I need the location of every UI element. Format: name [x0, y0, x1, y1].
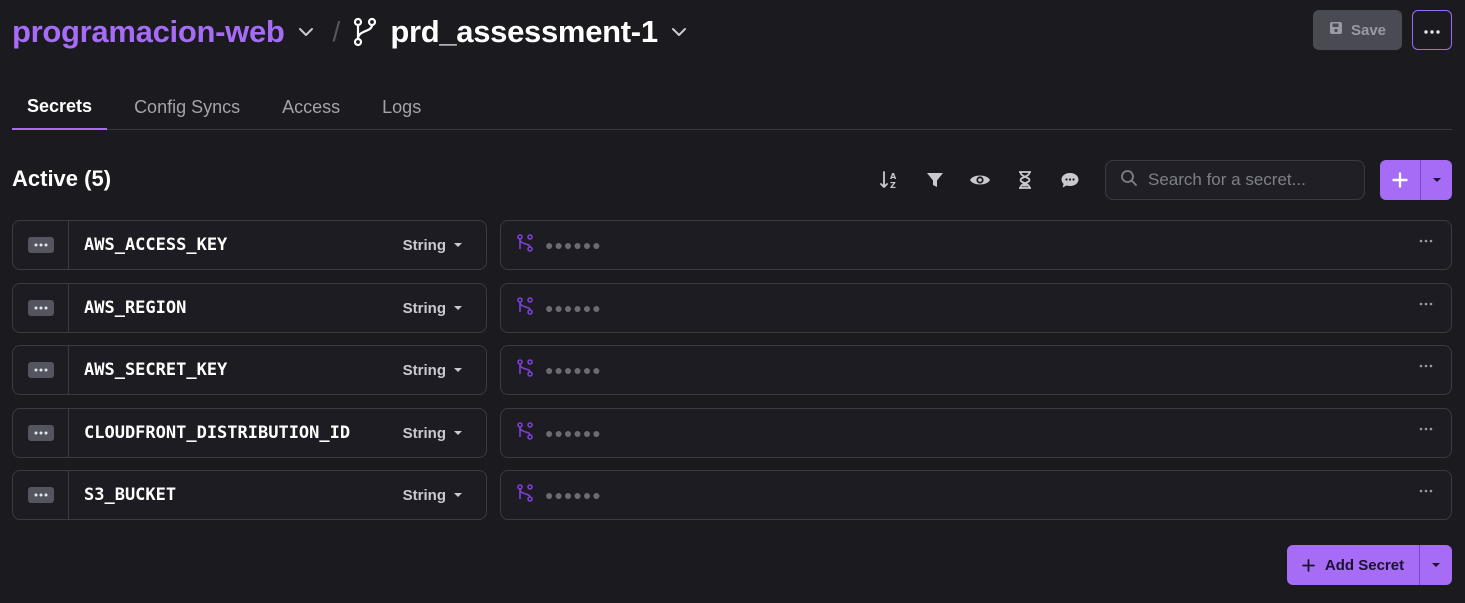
secret-type-label: String [402, 424, 446, 442]
secret-value-row[interactable]: ●●●●●● [500, 283, 1452, 333]
search-icon [1120, 169, 1138, 192]
save-label: Save [1350, 21, 1387, 39]
caret-down-icon [454, 242, 462, 247]
caret-down-icon [1432, 563, 1440, 567]
override-branch-icon[interactable] [517, 483, 533, 507]
secret-type-label: String [402, 486, 446, 504]
environment-name[interactable]: prd_assessment-1 [390, 14, 658, 50]
value-more-icon[interactable] [1419, 302, 1433, 306]
secret-type-select[interactable]: String [403, 425, 462, 442]
page-header: programacion-web / prd_assessment-1 [12, 10, 692, 54]
environment-chevron-down-icon[interactable] [666, 19, 692, 45]
add-secret-label: Add Secret [1324, 556, 1405, 574]
override-branch-icon[interactable] [517, 421, 533, 445]
eye-icon[interactable] [968, 168, 992, 192]
secret-key-row: S3_BUCKET String [12, 470, 487, 520]
breadcrumb-separator: / [332, 16, 341, 47]
sort-az-icon[interactable]: A Z [878, 168, 902, 192]
masked-secret-value: ●●●●●● [545, 487, 602, 503]
value-more-icon[interactable] [1419, 239, 1433, 243]
secret-type-select[interactable]: String [403, 237, 462, 254]
secret-key-name[interactable]: AWS_ACCESS_KEY [69, 235, 403, 255]
override-branch-icon[interactable] [517, 358, 533, 382]
svg-text:Z: Z [890, 181, 896, 190]
secret-key-name[interactable]: AWS_REGION [69, 298, 403, 318]
secret-type-label: String [402, 236, 446, 254]
value-more-icon[interactable] [1419, 489, 1433, 493]
secret-key-name[interactable]: CLOUDFRONT_DISTRIBUTION_ID [69, 423, 403, 443]
caret-down-icon [1432, 178, 1441, 182]
secret-row-menu-button[interactable] [13, 284, 69, 332]
secret-value-row[interactable]: ●●●●●● [500, 470, 1452, 520]
add-secret-options-button[interactable] [1419, 545, 1452, 585]
hourglass-icon[interactable] [1013, 168, 1037, 192]
secret-key-row: AWS_ACCESS_KEY String [12, 220, 487, 270]
search-box [1105, 160, 1365, 200]
secret-row-menu-button[interactable] [13, 471, 69, 519]
secret-key-name[interactable]: S3_BUCKET [69, 485, 403, 505]
secret-key-name[interactable]: AWS_SECRET_KEY [69, 360, 403, 380]
caret-down-icon [454, 367, 462, 372]
ellipsis-icon [27, 362, 54, 378]
secret-value-row[interactable]: ●●●●●● [500, 220, 1452, 270]
section-title: Active (5) [12, 166, 112, 191]
secret-row-menu-button[interactable] [13, 409, 69, 457]
tab-secrets[interactable]: Secrets [12, 84, 108, 130]
ellipsis-icon [27, 487, 54, 503]
add-secret-footer-button-group: Add Secret [1287, 545, 1452, 585]
secret-key-row: CLOUDFRONT_DISTRIBUTION_ID String [12, 408, 487, 458]
ellipsis-icon [27, 425, 54, 441]
tab-access[interactable]: Access [267, 84, 355, 130]
search-input[interactable] [1148, 170, 1353, 190]
override-branch-icon[interactable] [517, 296, 533, 320]
tab-config-syncs[interactable]: Config Syncs [119, 84, 255, 130]
project-chevron-down-icon[interactable] [293, 19, 319, 45]
branch-icon [352, 17, 378, 47]
value-more-icon[interactable] [1419, 364, 1433, 368]
plus-icon [1301, 558, 1315, 572]
secret-row-menu-button[interactable] [13, 221, 69, 269]
comment-icon[interactable] [1058, 168, 1082, 192]
ellipsis-icon [1424, 21, 1440, 39]
filter-icon[interactable] [923, 168, 947, 192]
caret-down-icon [454, 430, 462, 435]
project-name[interactable]: programacion-web [12, 14, 285, 50]
add-secret-dropdown-button[interactable] [1420, 160, 1452, 200]
secret-key-row: AWS_REGION String [12, 283, 487, 333]
secret-type-select[interactable]: String [403, 300, 462, 317]
masked-secret-value: ●●●●●● [545, 300, 602, 316]
value-more-icon[interactable] [1419, 427, 1433, 431]
secret-type-select[interactable]: String [403, 362, 462, 379]
secret-key-row: AWS_SECRET_KEY String [12, 345, 487, 395]
tab-bar: Secrets Config Syncs Access Logs [12, 84, 1452, 130]
caret-down-icon [454, 492, 462, 497]
secret-type-label: String [402, 299, 446, 317]
save-button[interactable]: Save [1313, 10, 1402, 50]
secret-value-row[interactable]: ●●●●●● [500, 345, 1452, 395]
ellipsis-icon [27, 237, 54, 253]
add-secret-button[interactable]: Add Secret [1287, 545, 1419, 585]
secret-value-row[interactable]: ●●●●●● [500, 408, 1452, 458]
add-secret-plus-button[interactable] [1380, 160, 1420, 200]
caret-down-icon [454, 305, 462, 310]
masked-secret-value: ●●●●●● [545, 237, 602, 253]
override-branch-icon[interactable] [517, 233, 533, 257]
masked-secret-value: ●●●●●● [545, 425, 602, 441]
add-secret-split-button [1380, 160, 1452, 200]
secret-type-select[interactable]: String [403, 487, 462, 504]
svg-text:A: A [890, 172, 897, 181]
masked-secret-value: ●●●●●● [545, 362, 602, 378]
ellipsis-icon [27, 300, 54, 316]
tab-logs[interactable]: Logs [367, 84, 436, 130]
secret-row-menu-button[interactable] [13, 346, 69, 394]
secret-type-label: String [402, 361, 446, 379]
save-icon [1329, 21, 1343, 39]
plus-icon [1392, 172, 1408, 188]
more-options-button[interactable] [1412, 10, 1452, 50]
